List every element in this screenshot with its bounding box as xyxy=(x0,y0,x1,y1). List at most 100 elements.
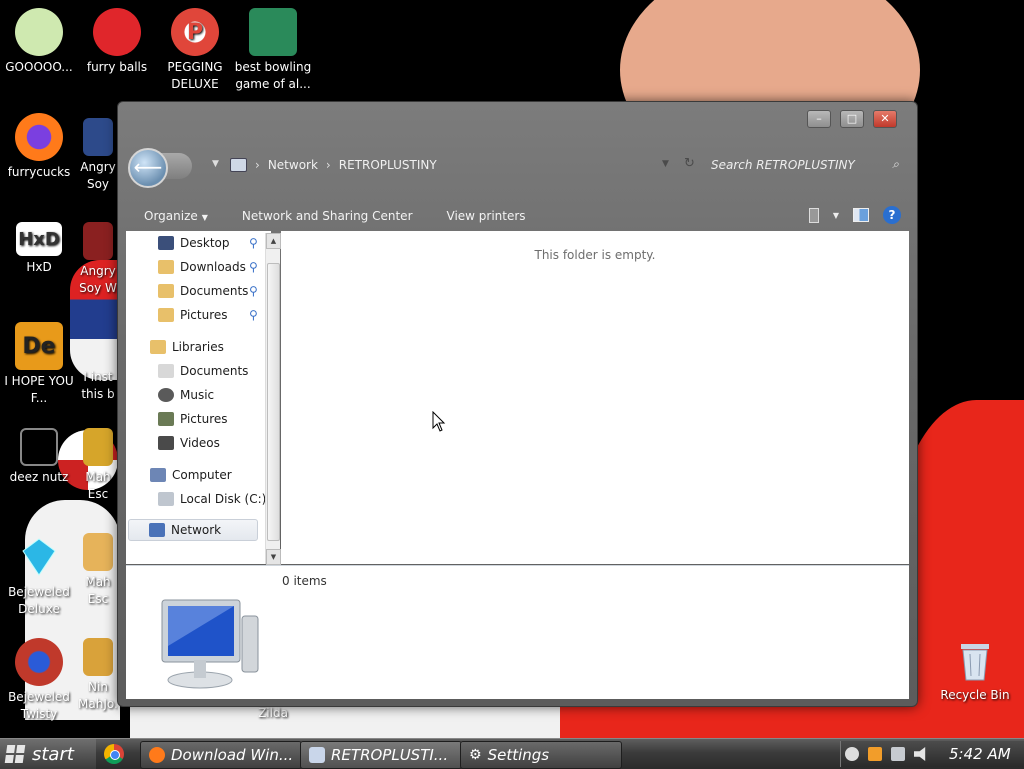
address-bar[interactable]: › Network › RETROPLUSTINY xyxy=(230,151,685,179)
nav-item-libraries[interactable]: Libraries xyxy=(150,336,224,358)
desktop-icon-label: Recycle Bin xyxy=(940,688,1010,702)
desktop-icon-mah-esc-1[interactable]: Mah Esc xyxy=(78,428,118,503)
items-count: 0 items xyxy=(282,574,327,588)
task-label: Settings xyxy=(487,746,550,764)
task-retroplustiny[interactable]: RETROPLUSTI... xyxy=(300,741,462,769)
desktop-icon-hxd[interactable]: HxD HxD xyxy=(0,222,78,276)
pin-icon[interactable]: ⚲ xyxy=(249,236,258,250)
nav-scrollbar[interactable]: ▲ ▼ xyxy=(265,233,281,565)
desktop-icon-label: Bejeweled Twisty xyxy=(8,690,70,721)
desktop-icon-mah-esc-2[interactable]: Mah Esc xyxy=(78,533,118,608)
desktop-icon-firefox[interactable]: furrycucks xyxy=(0,113,78,181)
desktop-icon-label: I inst this b xyxy=(81,370,115,401)
task-download-win[interactable]: Download Win... xyxy=(140,741,302,769)
desktop-icon-i-inst[interactable]: I inst this b xyxy=(78,328,118,403)
nav-item-local-disk[interactable]: Local Disk (C:) xyxy=(158,488,266,510)
nav-item-lib-pictures[interactable]: Pictures xyxy=(158,408,228,430)
desktop-icon-deez-nutz[interactable]: deez nutz xyxy=(0,428,78,486)
file-list-pane[interactable]: This folder is empty. xyxy=(281,231,909,564)
network-status-icon[interactable] xyxy=(891,747,905,761)
desktop-icon-nin-mahjong[interactable]: Nin MahJo... xyxy=(78,638,118,713)
desktop-icon-label: HxD xyxy=(26,260,52,274)
clock[interactable]: 5:42 AM xyxy=(949,745,1011,763)
view-options-chevron-icon[interactable]: ▼ xyxy=(833,211,839,220)
show-hidden-icons-icon[interactable] xyxy=(845,747,859,761)
minimize-button[interactable]: – xyxy=(807,110,831,128)
back-button[interactable]: ⟵ xyxy=(128,148,168,188)
nav-item-label: Pictures xyxy=(180,412,228,426)
chrome-icon[interactable] xyxy=(104,744,124,764)
empty-folder-message: This folder is empty. xyxy=(534,248,656,262)
task-settings[interactable]: ⚙ Settings xyxy=(460,741,622,769)
nav-item-label: Libraries xyxy=(172,340,224,354)
nav-item-label: Videos xyxy=(180,436,220,450)
organize-button[interactable]: Organize ▼ xyxy=(126,209,224,223)
desktop-icon-i-hope[interactable]: De I HOPE YOU F... xyxy=(0,322,78,407)
network-sharing-center-button[interactable]: Network and Sharing Center xyxy=(224,209,429,223)
nav-item-label: Documents xyxy=(180,364,249,378)
nav-item-lib-documents[interactable]: Documents xyxy=(158,360,248,382)
pin-icon[interactable]: ⚲ xyxy=(249,284,258,298)
search-input[interactable]: Search RETROPLUSTINY ⌕ xyxy=(711,151,907,179)
breadcrumb-network[interactable]: Network xyxy=(268,158,318,172)
change-view-icon[interactable] xyxy=(808,207,819,223)
nav-item-computer[interactable]: Computer xyxy=(150,464,232,486)
desktop-icon-label: Mah Esc xyxy=(85,575,111,606)
peggle-icon: P xyxy=(171,8,219,56)
address-dropdown-icon[interactable]: ▼ xyxy=(662,159,669,169)
nav-item-desktop[interactable]: Desktop xyxy=(158,232,230,254)
nav-item-label: Music xyxy=(180,388,215,402)
desktop-icon-label: Bejeweled Deluxe xyxy=(8,585,70,616)
downloads-folder-icon xyxy=(158,260,174,274)
nav-item-pictures[interactable]: Pictures xyxy=(158,304,228,326)
nav-item-music[interactable]: Music xyxy=(158,384,214,406)
recent-pages-dropdown[interactable]: ▼ xyxy=(212,159,219,169)
music-library-icon xyxy=(158,388,174,402)
desktop-icon-angry-soy[interactable]: Angry Soy xyxy=(78,118,118,193)
pin-icon[interactable]: ⚲ xyxy=(249,308,258,322)
scrollbar-thumb[interactable] xyxy=(267,263,280,541)
libraries-folder-icon xyxy=(150,340,166,354)
details-pane: 0 items xyxy=(126,565,909,699)
pictures-library-icon xyxy=(158,412,174,426)
vlc-icon[interactable] xyxy=(868,747,882,761)
maximize-button[interactable]: □ xyxy=(840,110,864,128)
desktop-icon-bejeweled-deluxe[interactable]: Bejeweled Deluxe xyxy=(0,533,78,618)
preview-pane-icon[interactable] xyxy=(853,208,869,222)
firefox-icon xyxy=(149,747,165,763)
scroll-up-icon[interactable]: ▲ xyxy=(266,233,281,249)
pin-icon[interactable]: ⚲ xyxy=(249,260,258,274)
volume-icon[interactable] xyxy=(914,747,926,761)
firefox-icon xyxy=(15,113,63,161)
desktop-icon-recycle-bin[interactable]: Recycle Bin xyxy=(936,636,1014,704)
network-icon xyxy=(230,158,247,172)
view-printers-button[interactable]: View printers xyxy=(429,209,542,223)
nav-item-videos[interactable]: Videos xyxy=(158,432,220,454)
nav-item-downloads[interactable]: Downloads xyxy=(158,256,246,278)
breadcrumb-retroplustiny[interactable]: RETROPLUSTINY xyxy=(339,158,437,172)
close-button[interactable]: ✕ xyxy=(873,110,897,128)
desktop-icon-pegging-deluxe[interactable]: P PEGGING DELUXE xyxy=(156,8,234,93)
nav-item-network[interactable]: Network xyxy=(128,519,258,541)
help-button[interactable]: ? xyxy=(883,206,901,224)
desktop-icon-angry-soy-w[interactable]: Angry Soy W xyxy=(78,222,118,297)
mouse-cursor-icon xyxy=(432,411,446,432)
desktop-icon-furry-balls[interactable]: furry balls xyxy=(78,8,156,76)
nav-item-documents[interactable]: Documents xyxy=(158,280,248,302)
mahjong-icon xyxy=(83,428,113,466)
mahjong-icon xyxy=(83,533,113,571)
desktop-icon-bejeweled-twisty[interactable]: Bejeweled Twisty xyxy=(0,638,78,723)
breadcrumb-separator: › xyxy=(255,158,260,172)
desktop-icon-gooooo[interactable]: GOOOOO... xyxy=(0,8,78,76)
organize-label: Organize xyxy=(144,209,198,223)
search-icon[interactable]: ⌕ xyxy=(892,157,899,172)
mahjong-icon xyxy=(83,638,113,676)
start-button[interactable]: start xyxy=(0,739,96,769)
desktop-icon-best-bowling[interactable]: best bowling game of al... xyxy=(234,8,312,93)
desktop-icon-label: PEGGING DELUXE xyxy=(167,60,223,91)
computer-icon xyxy=(150,468,166,482)
nav-item-label: Local Disk (C:) xyxy=(180,492,267,506)
desktop-icon-label: Nin MahJo... xyxy=(78,680,118,711)
scroll-down-icon[interactable]: ▼ xyxy=(266,549,281,565)
refresh-icon[interactable]: ↻ xyxy=(684,156,695,171)
